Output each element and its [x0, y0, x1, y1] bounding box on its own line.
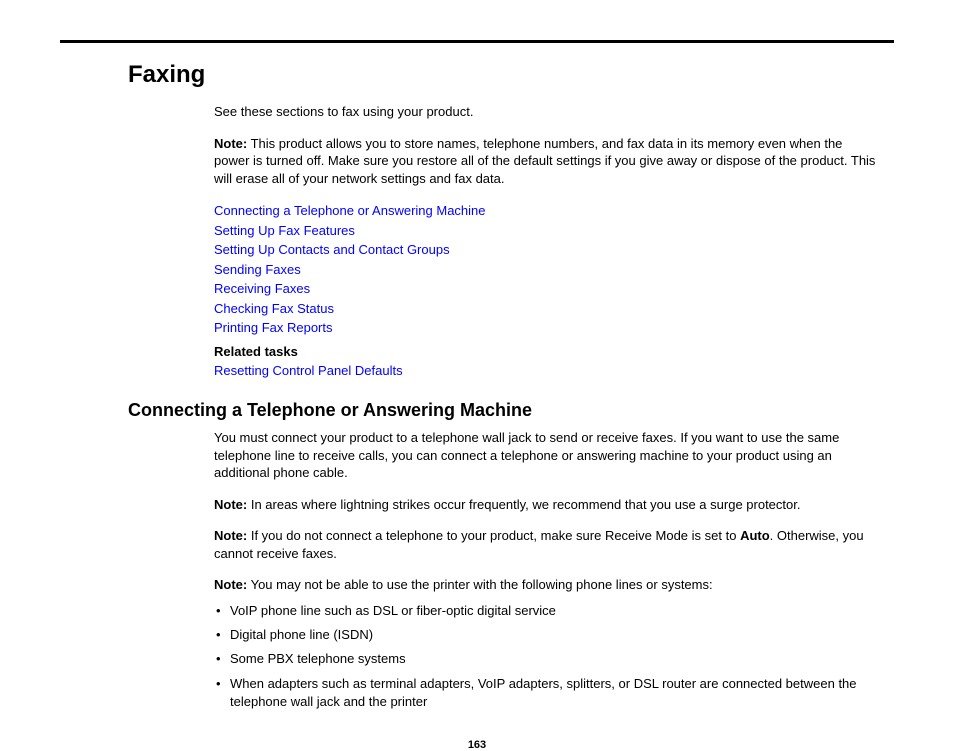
- note-1: Note: This product allows you to store n…: [214, 135, 878, 188]
- link-checking-fax-status[interactable]: Checking Fax Status: [214, 299, 878, 319]
- top-rule: [60, 40, 894, 43]
- page-number: 163: [60, 739, 894, 751]
- note-text: In areas where lightning strikes occur f…: [247, 497, 800, 512]
- note-2: Note: In areas where lightning strikes o…: [214, 496, 878, 514]
- section-title: Connecting a Telephone or Answering Mach…: [128, 400, 894, 421]
- note-label: Note:: [214, 577, 247, 592]
- list-item: Some PBX telephone systems: [214, 650, 878, 668]
- list-item: When adapters such as terminal adapters,…: [214, 675, 878, 711]
- related-tasks-label: Related tasks: [214, 344, 878, 359]
- note-text: This product allows you to store names, …: [214, 136, 875, 186]
- section-intro: You must connect your product to a telep…: [214, 429, 878, 482]
- link-sending-faxes[interactable]: Sending Faxes: [214, 260, 878, 280]
- section-content: You must connect your product to a telep…: [214, 429, 878, 711]
- list-item: VoIP phone line such as DSL or fiber-opt…: [214, 602, 878, 620]
- intro-text: See these sections to fax using your pro…: [214, 103, 878, 121]
- list-item: Digital phone line (ISDN): [214, 626, 878, 644]
- page: Faxing See these sections to fax using y…: [60, 40, 894, 751]
- note-4: Note: You may not be able to use the pri…: [214, 576, 878, 594]
- link-resetting-defaults[interactable]: Resetting Control Panel Defaults: [214, 361, 878, 381]
- note-bold: Auto: [740, 528, 770, 543]
- link-receiving-faxes[interactable]: Receiving Faxes: [214, 279, 878, 299]
- link-setting-up-contacts[interactable]: Setting Up Contacts and Contact Groups: [214, 240, 878, 260]
- note-text-a: If you do not connect a telephone to you…: [247, 528, 740, 543]
- link-printing-fax-reports[interactable]: Printing Fax Reports: [214, 318, 878, 338]
- link-setting-up-fax[interactable]: Setting Up Fax Features: [214, 221, 878, 241]
- chapter-title: Faxing: [128, 61, 894, 89]
- note-3: Note: If you do not connect a telephone …: [214, 527, 878, 562]
- note-text: You may not be able to use the printer w…: [247, 577, 712, 592]
- link-connecting[interactable]: Connecting a Telephone or Answering Mach…: [214, 201, 878, 221]
- topic-links: Connecting a Telephone or Answering Mach…: [214, 201, 878, 338]
- note-label: Note:: [214, 528, 247, 543]
- note-label: Note:: [214, 136, 247, 151]
- bullet-list: VoIP phone line such as DSL or fiber-opt…: [214, 602, 878, 711]
- chapter-content: See these sections to fax using your pro…: [214, 103, 878, 380]
- note-label: Note:: [214, 497, 247, 512]
